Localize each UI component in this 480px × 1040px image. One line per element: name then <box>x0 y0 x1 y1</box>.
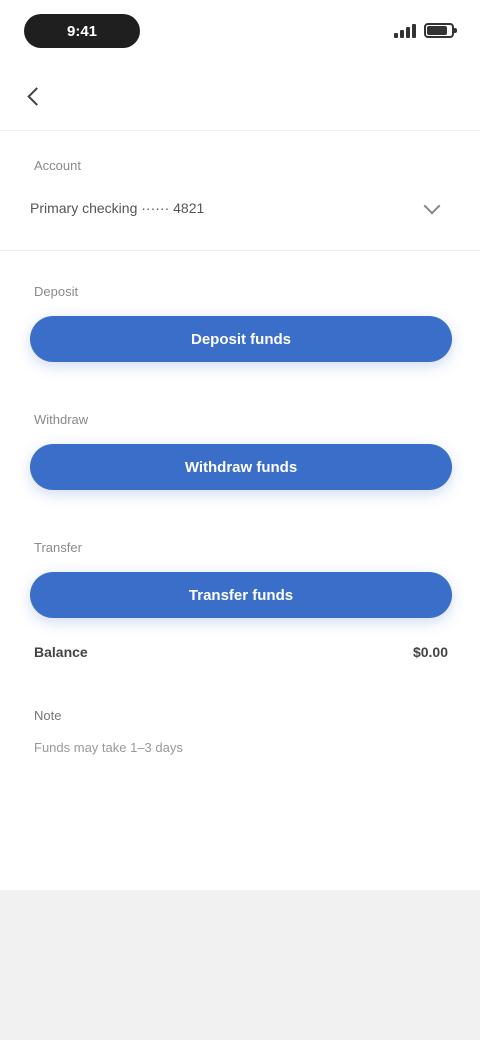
back-icon[interactable] <box>22 84 46 108</box>
deposit-section-label: Deposit <box>34 284 79 299</box>
withdraw-button[interactable]: Withdraw funds <box>30 444 452 490</box>
deposit-button[interactable]: Deposit funds <box>30 316 452 362</box>
transfer-button[interactable]: Transfer funds <box>30 572 452 618</box>
account-value: Primary checking ······ 4821 <box>30 200 205 216</box>
summary-value: $0.00 <box>412 644 448 660</box>
note-text: Funds may take 1–3 days <box>34 740 183 755</box>
withdraw-section-label: Withdraw <box>34 412 89 427</box>
section-divider <box>0 250 480 251</box>
summary-label: Balance <box>34 644 88 660</box>
chevron-down-icon <box>418 194 446 222</box>
bottom-area <box>0 890 480 1040</box>
screen: 9:41 Account Primary checking ······ 482… <box>0 0 480 1040</box>
transfer-section-label: Transfer <box>34 540 82 555</box>
header <box>0 70 480 126</box>
status-icons <box>394 20 457 40</box>
note-title: Note <box>34 708 62 723</box>
signal-icon <box>394 22 416 38</box>
account-label: Account <box>34 158 81 173</box>
summary-row: Balance $0.00 <box>34 640 448 664</box>
battery-icon <box>424 22 457 38</box>
battery-fill <box>427 25 447 35</box>
header-divider <box>0 130 480 131</box>
time-display: 9:41 <box>24 14 140 48</box>
status-bar: 9:41 <box>0 0 480 62</box>
account-selector[interactable]: Primary checking ······ 4821 <box>24 188 456 228</box>
